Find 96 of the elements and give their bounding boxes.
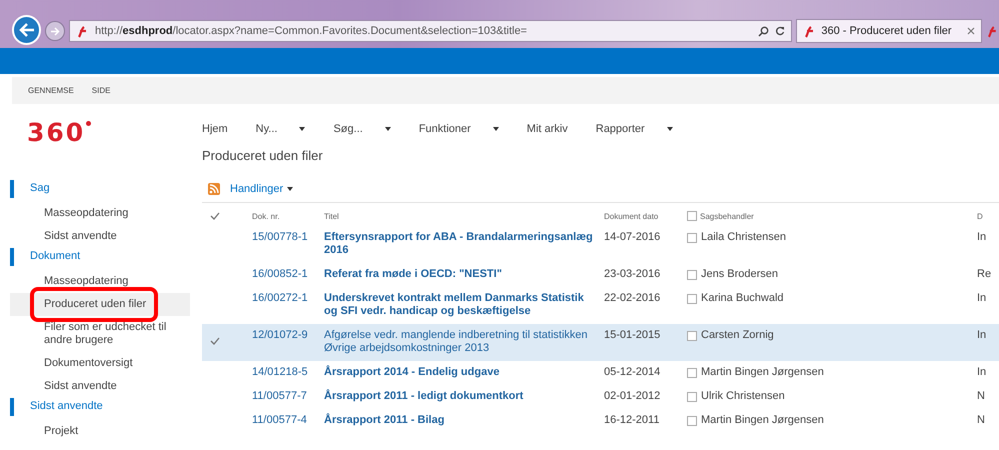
checkbox[interactable] <box>687 270 697 280</box>
checkbox[interactable] <box>687 368 697 378</box>
table-cell: Martin Bingen Jørgensen <box>701 366 824 379</box>
page-title: Produceret uden filer <box>202 148 324 163</box>
table-cell: Jens Brodersen <box>701 268 778 281</box>
column-header[interactable]: Dokument dato <box>604 212 658 220</box>
table-cell: Martin Bingen Jørgensen <box>701 414 824 427</box>
document-title-link[interactable]: Eftersynsrapport for ABA - Brandalarmeringsanlæg 2016 <box>324 231 598 257</box>
column-header[interactable]: Sagsbehandler <box>700 212 754 220</box>
nav-menu-item[interactable]: Hjem <box>202 123 228 135</box>
site-icon <box>76 24 89 38</box>
table-cell: 02-01-2012 <box>604 390 660 403</box>
rss-icon[interactable] <box>208 183 220 195</box>
document-title-link[interactable]: Referat fra møde i OECD: "NESTI" <box>324 268 598 281</box>
column-header[interactable]: Dok. nr. <box>252 212 280 220</box>
document-number-link[interactable]: 16/00852-1 <box>252 263 308 287</box>
document-number-link[interactable]: 11/00577-7 <box>252 385 307 409</box>
site-icon[interactable] <box>986 25 999 38</box>
table-cell: In <box>977 329 986 342</box>
table-cell: In <box>977 292 986 305</box>
search-icon[interactable] <box>758 26 770 36</box>
nav-menu-item[interactable]: Funktioner <box>418 123 499 135</box>
checkbox[interactable] <box>687 233 697 243</box>
table-row[interactable]: 15/00778-1 Eftersynsrapport for ABA - Brandalarmeringsanlæg 2016 14-07-2016 Laila Christensen In <box>202 226 999 263</box>
table-row[interactable]: 11/00577-7 Årsrapport 2011 - ledigt dokumentkort 02-01-2012 Ulrik Christensen N <box>202 385 999 409</box>
document-title-link[interactable]: Underskrevet kontrakt mellem Danmarks Statistik og SFI vedr. handicap og beskæftigelse <box>324 292 598 318</box>
nav-menu-item[interactable]: Rapporter <box>596 123 673 135</box>
forward-button[interactable] <box>45 21 65 41</box>
sidebar-item[interactable]: Produceret uden filer <box>10 293 190 316</box>
ribbon-tab[interactable]: GENNEMSE <box>28 86 74 95</box>
sidebar-heading[interactable]: Sidst anvendte <box>10 398 190 416</box>
caret-icon <box>287 187 294 191</box>
caret-icon <box>384 127 391 131</box>
table-row[interactable]: 14/01218-5 Årsrapport 2014 - Endelig udgave 05-12-2014 Martin Bingen Jørgensen In <box>202 361 999 385</box>
check-icon[interactable] <box>210 337 220 345</box>
checkbox[interactable] <box>687 211 697 221</box>
checkbox[interactable] <box>687 416 697 426</box>
table-cell: Karina Buchwald <box>701 292 784 305</box>
sidebar-item[interactable]: Masseopdatering <box>10 202 190 225</box>
table-cell: N <box>977 414 985 427</box>
document-number-link[interactable]: 14/01218-5 <box>252 361 308 385</box>
document-number-link[interactable]: 12/01072-9 <box>252 324 308 348</box>
caret-icon <box>299 127 306 131</box>
table-cell: 14-07-2016 <box>604 231 660 244</box>
sidebar-heading[interactable]: Dokument <box>10 248 190 266</box>
table-cell: 22-02-2016 <box>604 292 660 305</box>
table-cell: In <box>977 366 986 379</box>
nav-menu-item[interactable]: Mit arkiv <box>526 123 568 135</box>
column-header[interactable]: D <box>977 212 983 220</box>
column-header[interactable]: Titel <box>324 212 339 220</box>
sidebar-item[interactable]: Masseopdatering <box>10 270 190 293</box>
table-cell: Carsten Zornig <box>701 329 774 342</box>
checkbox[interactable] <box>687 392 697 402</box>
nav-menu-item[interactable]: Ny... <box>256 123 306 135</box>
document-number-link[interactable]: 15/00778-1 <box>252 226 308 250</box>
table-cell: N <box>977 390 985 403</box>
checkbox[interactable] <box>687 331 697 341</box>
arrow-right-icon <box>50 26 60 36</box>
document-number-link[interactable]: 11/00577-4 <box>252 409 307 433</box>
nav-menu-item[interactable]: Søg... <box>333 123 391 135</box>
close-icon[interactable] <box>967 27 976 35</box>
table-cell: 16-12-2011 <box>604 414 660 427</box>
table-cell: 23-03-2016 <box>604 268 660 281</box>
table-cell: Ulrik Christensen <box>701 390 785 403</box>
sidebar-item[interactable]: Sidst anvendte <box>10 375 190 398</box>
sidebar-item[interactable]: Projekt <box>10 420 190 443</box>
actions-menu[interactable]: Handlinger <box>230 183 294 195</box>
table-cell: Re <box>977 268 992 281</box>
address-bar[interactable]: http://esdhprod/locator.aspx?name=Common.Favorites.Document&selection=103&title= <box>69 20 792 42</box>
ribbon-tab[interactable]: SIDE <box>92 86 110 95</box>
check-icon[interactable] <box>210 212 220 220</box>
document-title-link[interactable]: Afgørelse vedr. manglende indberetning til statistikken Øvrige arbejdsomkostninger 2013 <box>324 329 598 355</box>
sidebar-heading[interactable]: Sag <box>10 180 190 198</box>
browser-tab[interactable]: 360 - Produceret uden filer <box>796 19 982 43</box>
table-row[interactable]: 16/00272-1 Underskrevet kontrakt mellem Danmarks Statistik og SFI vedr. handicap og beskæftigelse 22-02-2016 Karina Buchwald In <box>202 287 999 324</box>
table-row[interactable]: 11/00577-4 Årsrapport 2011 - Bilag 16-12-2011 Martin Bingen Jørgensen N <box>202 409 999 433</box>
table-row[interactable]: 16/00852-1 Referat fra møde i OECD: "NESTI" 23-03-2016 Jens Brodersen Re <box>202 263 999 287</box>
sidebar-item[interactable]: Sidst anvendte <box>10 225 190 248</box>
table-cell: 15-01-2015 <box>604 329 660 342</box>
caret-icon <box>492 127 499 131</box>
document-title-link[interactable]: Årsrapport 2014 - Endelig udgave <box>324 366 598 379</box>
logo[interactable]: 360 <box>27 120 92 145</box>
checkbox[interactable] <box>687 294 697 304</box>
document-title-link[interactable]: Årsrapport 2011 - Bilag <box>324 414 598 427</box>
table-cell: 05-12-2014 <box>604 366 660 379</box>
sidebar-item[interactable]: Dokumentoversigt <box>10 352 190 375</box>
caret-icon <box>666 127 673 131</box>
table-cell: In <box>977 231 986 244</box>
arrow-left-icon <box>18 23 35 37</box>
refresh-icon[interactable] <box>775 26 786 36</box>
sidebar-item[interactable]: Filer som er udchecket til andre brugere <box>10 316 190 352</box>
table-cell: Laila Christensen <box>701 231 786 244</box>
back-button[interactable] <box>12 15 42 45</box>
document-number-link[interactable]: 16/00272-1 <box>252 287 308 311</box>
document-title-link[interactable]: Årsrapport 2011 - ledigt dokumentkort <box>324 390 598 403</box>
table-row[interactable]: 12/01072-9 Afgørelse vedr. manglende indberetning til statistikken Øvrige arbejdsomkostninger 2013 15-01-2015 Carsten Zornig In <box>202 324 999 361</box>
